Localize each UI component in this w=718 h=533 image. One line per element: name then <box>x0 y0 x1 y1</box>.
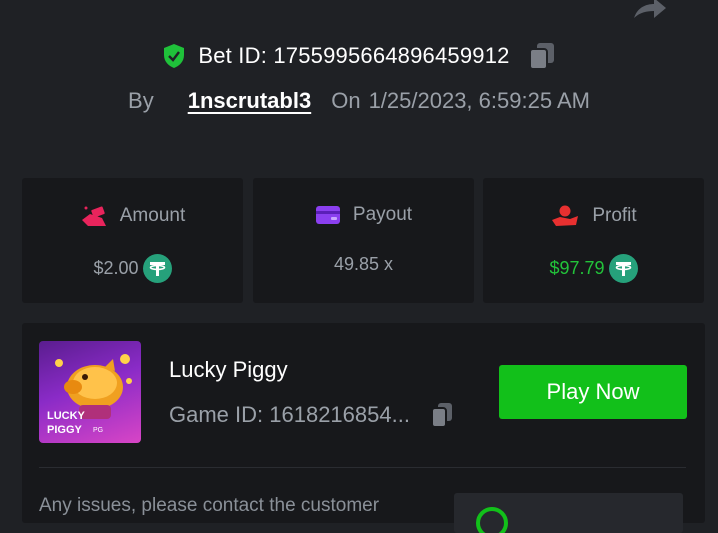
copy-game-id-icon[interactable] <box>430 401 454 429</box>
profit-hand-icon <box>552 205 579 226</box>
game-id: Game ID: 1618216854... <box>169 402 410 427</box>
verified-shield-icon <box>164 44 185 68</box>
share-icon[interactable] <box>630 0 668 20</box>
amount-value: $2.00 <box>93 258 139 278</box>
play-now-button[interactable]: Play Now <box>499 365 687 419</box>
game-card: LUCKY PIGGY PG Lucky Piggy Game ID: 1618… <box>22 323 705 533</box>
on-label: On <box>331 88 361 113</box>
payout-card: Payout 49.85 x <box>253 178 474 303</box>
thumb-brand: PG <box>93 427 103 434</box>
support-chat-icon <box>476 507 508 533</box>
profit-value: $97.79 <box>549 258 605 278</box>
wallet-icon <box>315 206 340 224</box>
amount-label: Amount <box>119 205 186 226</box>
thumb-title-line1: LUCKY <box>47 410 86 422</box>
bet-author-row: By 1nscrutabl3 On 1/25/2023, 6:59:25 AM <box>0 86 718 116</box>
amount-card: Amount $2.00 <box>22 178 243 303</box>
game-thumbnail[interactable]: LUCKY PIGGY PG <box>39 341 141 443</box>
divider <box>39 467 686 468</box>
by-label: By <box>128 88 154 113</box>
payout-label: Payout <box>352 204 413 225</box>
game-name: Lucky Piggy <box>169 357 288 382</box>
bet-id-row: Bet ID: 1755995664896459912 <box>0 40 718 72</box>
payout-value: 49.85 x <box>333 254 394 274</box>
profit-card: Profit $97.79 <box>483 178 704 303</box>
bet-id: Bet ID: 1755995664896459912 <box>198 43 510 68</box>
bet-datetime: 1/25/2023, 6:59:25 AM <box>368 88 590 113</box>
piggy-artwork-icon: LUCKY PIGGY PG <box>47 354 132 436</box>
thumb-title-line2: PIGGY <box>47 424 83 436</box>
support-text: Any issues, please contact the customer <box>39 495 380 516</box>
game-id-row: Game ID: 1618216854... <box>169 401 454 429</box>
copy-bet-id-icon[interactable] <box>528 41 556 71</box>
profit-label: Profit <box>592 205 637 226</box>
tether-icon <box>608 254 638 283</box>
username-link[interactable]: 1nscrutabl3 <box>188 88 312 114</box>
tether-icon <box>142 254 172 283</box>
money-hand-icon <box>81 206 106 226</box>
contact-support-button[interactable] <box>454 493 683 533</box>
